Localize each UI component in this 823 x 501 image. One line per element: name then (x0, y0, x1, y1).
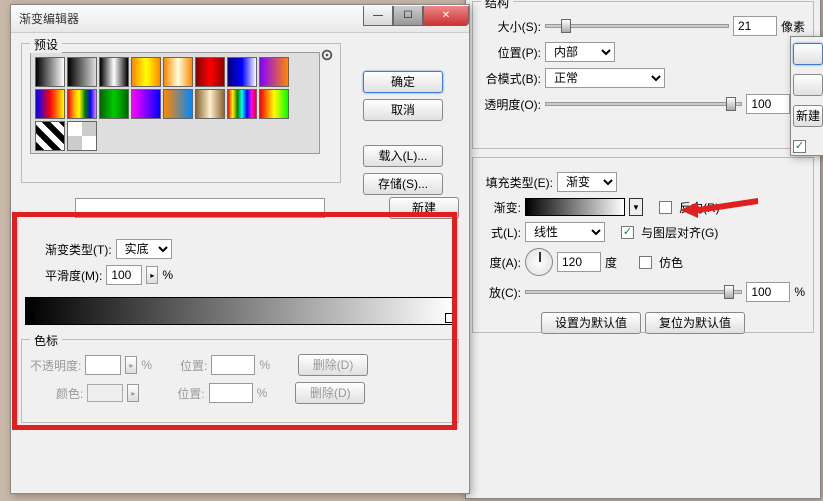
window-title: 渐变编辑器 (19, 10, 363, 27)
titlebar[interactable]: 渐变编辑器 — ☐ ✕ (11, 5, 469, 33)
preset-swatch[interactable] (227, 89, 257, 119)
cancel-button[interactable]: 取消 (363, 99, 443, 121)
filltype-label: 填充类型(E): (481, 174, 553, 191)
gradient-label: 渐变: (481, 199, 521, 216)
preset-swatch[interactable] (99, 57, 129, 87)
presets-label: 预设 (30, 36, 62, 53)
reverse-label: 反向(R) (679, 199, 720, 216)
style-label: 式(L): (481, 224, 521, 241)
preset-swatch[interactable] (163, 89, 193, 119)
stop-loc1-input (211, 355, 255, 375)
size-slider[interactable] (545, 24, 729, 28)
stop-loc2-label: 位置: (177, 385, 204, 402)
preset-swatch[interactable] (67, 89, 97, 119)
preset-swatch[interactable] (35, 121, 65, 151)
gradient-bar[interactable] (25, 297, 455, 325)
edge-checkbox[interactable] (793, 140, 806, 153)
dither-checkbox[interactable] (639, 256, 652, 269)
filltype-select[interactable]: 渐变 (557, 172, 617, 192)
load-button[interactable]: 载入(L)... (363, 145, 443, 167)
presets-grid[interactable] (30, 52, 320, 154)
preset-swatch[interactable] (195, 57, 225, 87)
ok-button[interactable]: 确定 (363, 71, 443, 93)
delete-opacity-stop-button: 删除(D) (298, 354, 368, 376)
angle-input[interactable] (557, 252, 601, 272)
make-default-button[interactable]: 设置为默认值 (541, 312, 641, 334)
align-label: 与图层对齐(G) (641, 224, 718, 241)
preset-swatch[interactable] (259, 57, 289, 87)
right-panel-edge: 新建 (790, 36, 823, 156)
stop-color-stepper: ▸ (127, 384, 139, 402)
align-checkbox[interactable] (621, 226, 634, 239)
stop-opacity-label: 不透明度: (30, 357, 81, 374)
size-label: 大小(S): (481, 18, 541, 35)
gradtype-label: 渐变类型(T): (45, 241, 112, 258)
gradient-swatch[interactable] (525, 198, 625, 216)
gradient-name-input[interactable] (75, 198, 325, 218)
blend-select[interactable]: 正常 (545, 68, 665, 88)
maximize-button[interactable]: ☐ (393, 6, 423, 26)
size-input[interactable] (733, 16, 777, 36)
preset-swatch[interactable] (259, 89, 289, 119)
smooth-stepper[interactable]: ▸ (146, 266, 158, 284)
preset-swatch[interactable] (131, 57, 161, 87)
style-select[interactable]: 线性 (525, 222, 605, 242)
minimize-button[interactable]: — (363, 6, 393, 26)
gradient-editor-dialog: 渐变编辑器 — ☐ ✕ 确定 取消 载入(L)... 存储(S)... 预设 新… (10, 4, 470, 494)
preset-swatch[interactable] (227, 57, 257, 87)
stop-color-label: 颜色: (56, 385, 83, 402)
dither-label: 仿色 (659, 254, 683, 271)
position-label: 位置(P): (481, 44, 541, 61)
edge-btn-1[interactable] (793, 43, 823, 65)
blend-label: 合模式(B): (481, 70, 541, 87)
preset-swatch[interactable] (67, 121, 97, 151)
delete-color-stop-button: 删除(D) (295, 382, 365, 404)
stop-opacity-stepper: ▸ (125, 356, 137, 374)
smooth-label: 平滑度(M): (45, 267, 102, 284)
angle-dial[interactable] (525, 248, 553, 276)
position-select[interactable]: 内部 (545, 42, 615, 62)
preset-swatch[interactable] (35, 57, 65, 87)
opacity-label: 透明度(O): (481, 96, 541, 113)
preset-swatch[interactable] (195, 89, 225, 119)
color-stop-left[interactable] (25, 313, 35, 323)
save-button[interactable]: 存储(S)... (363, 173, 443, 195)
preset-swatch[interactable] (163, 57, 193, 87)
stop-loc2-input (209, 383, 253, 403)
struct-title: 结构 (481, 0, 513, 11)
stop-color-swatch (87, 384, 123, 402)
smooth-input[interactable] (106, 265, 142, 285)
preset-swatch[interactable] (131, 89, 161, 119)
close-button[interactable]: ✕ (423, 6, 469, 26)
opacity-slider[interactable] (545, 102, 742, 106)
size-unit: 像素 (781, 18, 805, 35)
scale-label: 放(C): (481, 284, 521, 301)
edge-btn-2[interactable] (793, 74, 823, 96)
color-stop-right[interactable] (445, 313, 455, 323)
preset-swatch[interactable] (99, 89, 129, 119)
gradient-dropdown[interactable]: ▼ (629, 198, 643, 216)
new-button[interactable]: 新建 (793, 105, 823, 127)
reverse-checkbox[interactable] (659, 201, 672, 214)
layer-style-dialog: 结构 大小(S): 像素 位置(P): 内部 合模式(B): 正常 透明度(O)… (465, 0, 821, 499)
scale-slider[interactable] (525, 290, 742, 294)
stop-loc1-label: 位置: (180, 357, 207, 374)
preset-swatch[interactable] (35, 89, 65, 119)
scale-input[interactable] (746, 282, 790, 302)
reset-default-button[interactable]: 复位为默认值 (645, 312, 745, 334)
gradtype-select[interactable]: 实底 (116, 239, 172, 259)
gear-icon[interactable] (320, 48, 334, 62)
stop-opacity-input (85, 355, 121, 375)
angle-label: 度(A): (481, 254, 521, 271)
preset-swatch[interactable] (67, 57, 97, 87)
stops-label: 色标 (30, 332, 62, 349)
opacity-input[interactable] (746, 94, 790, 114)
